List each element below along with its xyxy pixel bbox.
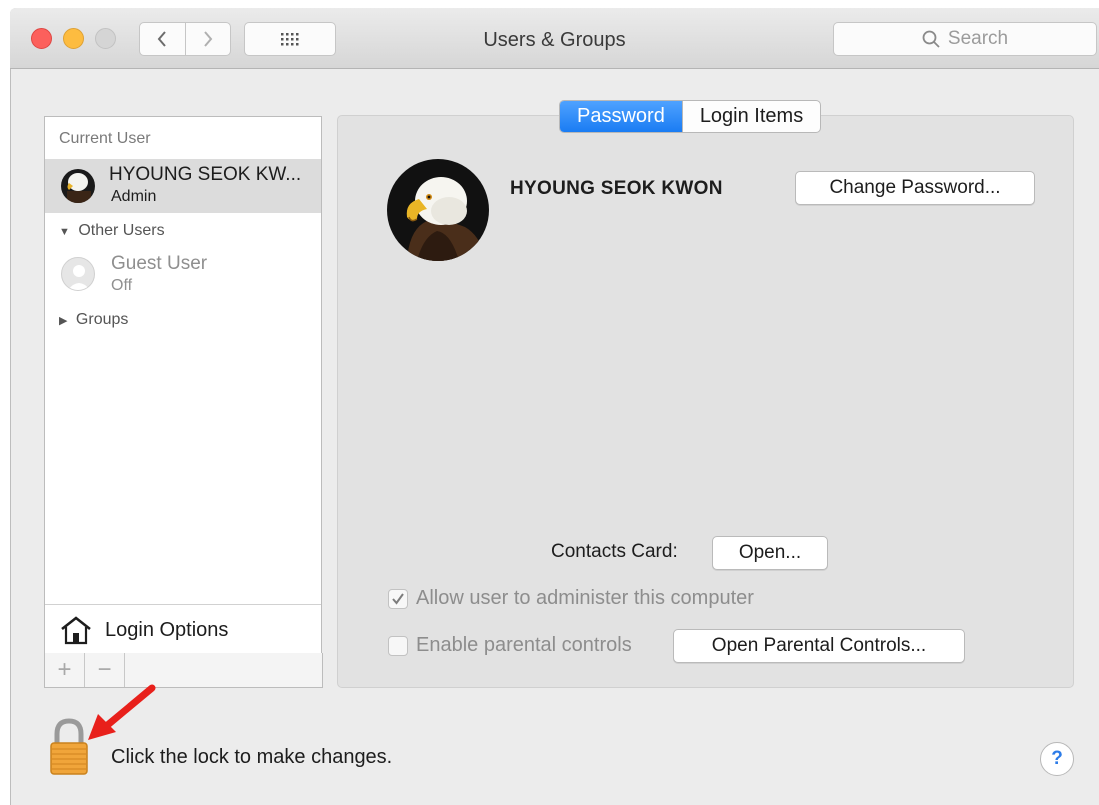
groups-header: Groups [75,311,129,328]
person-icon [68,265,90,290]
parental-controls-label: Enable parental controls [416,634,632,656]
tab-bar: Password Login Items [559,100,822,133]
user-full-name: HYOUNG SEOK KWON [510,178,723,199]
search-placeholder: Search [947,28,1009,49]
eagle-icon [387,159,489,261]
other-users-disclosure[interactable]: ▼ Other Users [59,222,165,240]
contacts-open-button[interactable]: Open... [712,536,828,570]
allow-admin-option[interactable]: Allow user to administer this computer [388,587,754,610]
remove-user-button[interactable]: − [85,653,125,687]
groups-disclosure[interactable]: ▶ Groups [59,311,128,329]
login-options-item[interactable]: Login Options [45,604,321,654]
current-user-header: Current User [59,130,151,147]
search-field[interactable]: Search [833,22,1097,56]
tab-login-items[interactable]: Login Items [681,101,820,132]
tab-password[interactable]: Password [560,101,682,132]
guest-user-name: Guest User [111,253,208,274]
parental-controls-checkbox[interactable] [388,635,408,656]
help-button[interactable]: ? [1040,742,1074,776]
current-user-name: HYOUNG SEOK KW... [109,164,302,185]
red-arrow-icon [88,684,156,740]
contacts-card-label: Contacts Card: [551,541,678,562]
guest-avatar [61,257,95,291]
change-password-button[interactable]: Change Password... [795,171,1035,205]
user-row-current[interactable]: HYOUNG SEOK KW... Admin [45,159,321,213]
parental-controls-option[interactable]: Enable parental controls [388,634,632,657]
eagle-icon [61,169,95,203]
user-row-guest[interactable]: Guest User Off [45,249,321,299]
user-avatar-small [61,169,95,203]
triangle-right-icon: ▶ [59,315,68,327]
users-list: Current User HYOUNG SEOK KW... Admin ▼ O… [44,116,322,654]
allow-admin-checkbox[interactable] [388,588,408,609]
lock-status-text: Click the lock to make changes. [111,746,393,768]
current-user-role: Admin [111,188,157,205]
other-users-header: Other Users [78,222,165,239]
user-picture[interactable] [387,159,489,261]
guest-user-status: Off [111,277,133,294]
allow-admin-label: Allow user to administer this computer [416,587,754,609]
triangle-down-icon: ▼ [59,226,70,238]
open-parental-controls-button[interactable]: Open Parental Controls... [673,629,965,663]
sidebar-button-bar: + − [44,653,323,688]
add-user-button[interactable]: + [45,653,85,687]
login-options-label: Login Options [105,619,229,641]
house-icon [61,616,91,645]
search-icon [922,30,940,48]
checkmark-icon [392,592,404,605]
